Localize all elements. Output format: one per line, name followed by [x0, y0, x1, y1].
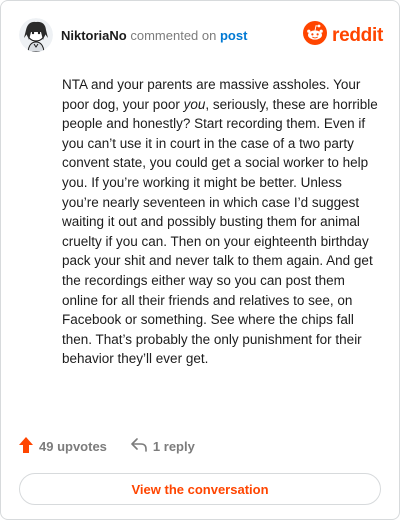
reply-count: 1 reply [152, 439, 195, 454]
reddit-wordmark: reddit [332, 24, 383, 46]
reddit-logo-icon [303, 21, 328, 50]
username-link[interactable]: NiktoriaNo [61, 28, 127, 43]
upvote-count: 49 upvotes [39, 439, 107, 454]
comment-header: NiktoriaNo commented on post reddit [19, 15, 383, 55]
user-avatar[interactable] [19, 18, 53, 52]
reply-arrow-icon [131, 438, 153, 455]
post-link[interactable]: post [220, 28, 247, 43]
comment-text-emphasis: you [183, 96, 206, 112]
reply-button[interactable]: 1 reply [131, 438, 195, 455]
view-conversation-button[interactable]: View the conversation [19, 473, 381, 505]
reddit-brand[interactable]: reddit [303, 21, 383, 50]
commented-on-label: commented on [130, 27, 217, 43]
upvote-button[interactable]: 49 upvotes [19, 437, 107, 456]
embedded-comment-card: NiktoriaNo commented on post reddit NTA … [0, 0, 400, 520]
comment-text-part-2: , seriously, these are horrible people a… [62, 96, 378, 367]
upvote-arrow-icon [19, 437, 39, 456]
comment-actions: 49 upvotes 1 reply [19, 437, 219, 456]
comment-meta: NiktoriaNo commented on post [61, 28, 247, 43]
comment-body: NTA and your parents are massive asshole… [62, 75, 382, 369]
